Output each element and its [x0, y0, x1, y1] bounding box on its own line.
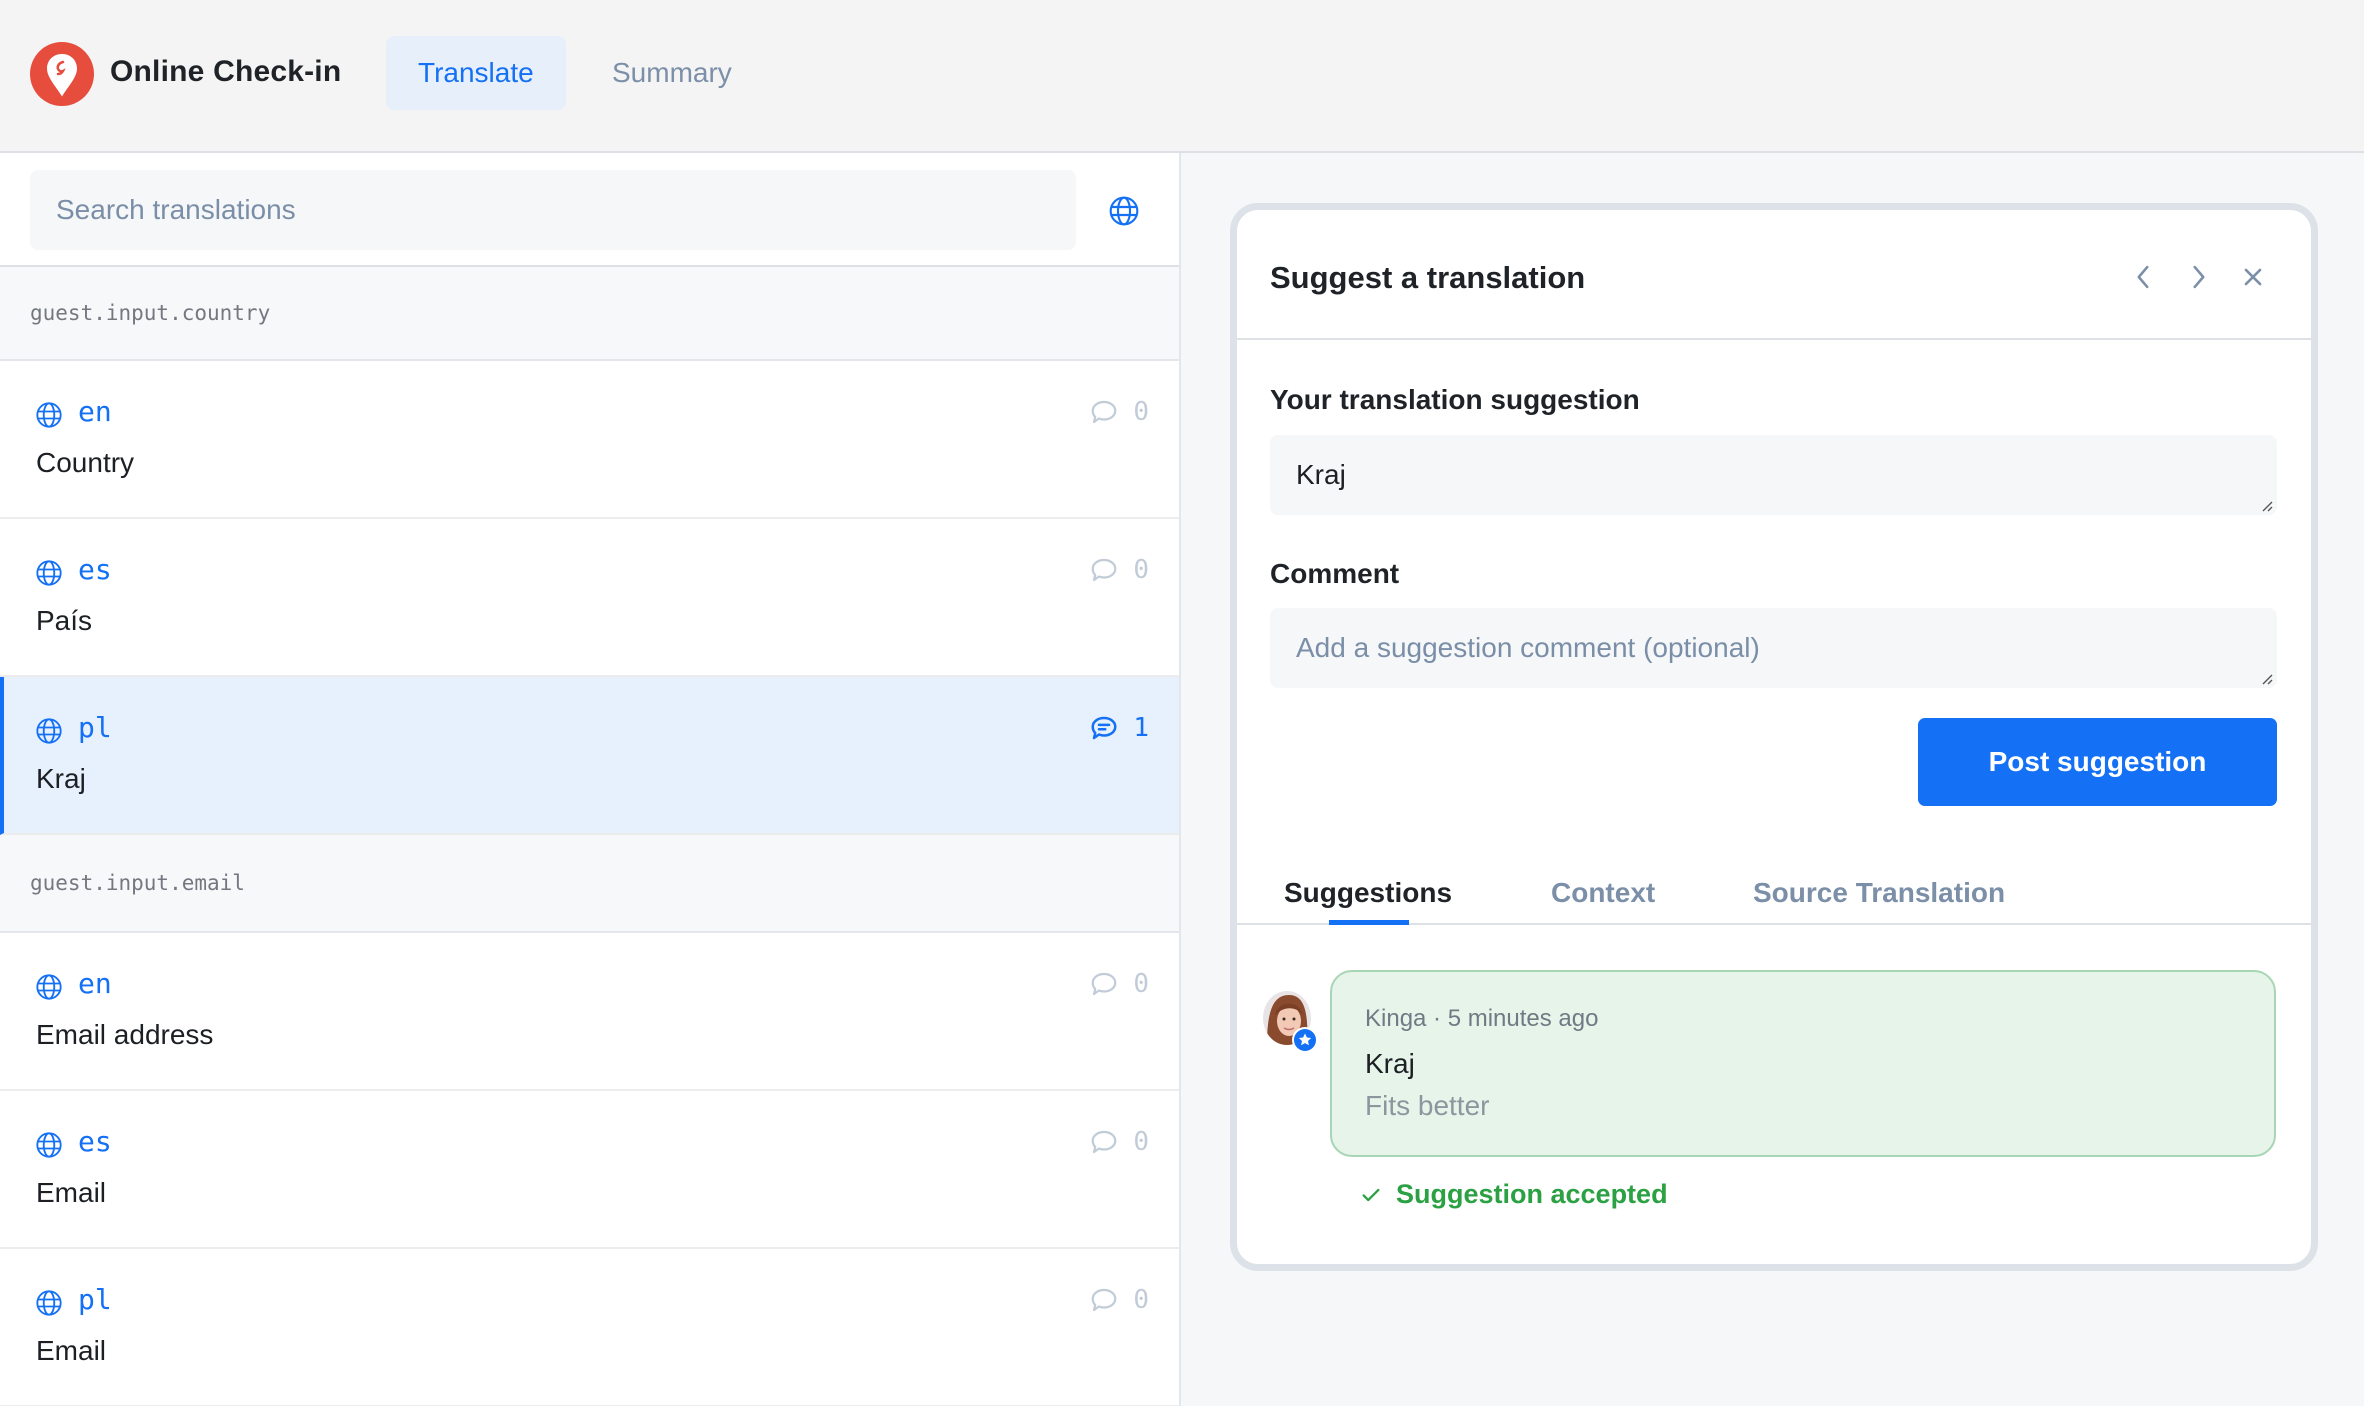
search-bar — [0, 153, 1179, 267]
search-input[interactable] — [30, 170, 1076, 250]
globe-icon — [36, 402, 62, 428]
translation-text: Email — [36, 1177, 107, 1208]
translation-key: guest.input.email — [30, 871, 245, 895]
globe-icon — [36, 560, 62, 586]
language-code: pl — [78, 711, 112, 744]
checkmark-icon — [1362, 1188, 1380, 1201]
suggestion-status: Suggestion accepted — [1360, 1179, 1668, 1210]
translation-key-header: guest.input.country — [0, 267, 1179, 361]
translation-key: guest.input.country — [30, 301, 271, 325]
comment-count: 0 — [1089, 555, 1149, 585]
translation-row[interactable]: en Country 0 — [0, 361, 1179, 519]
language-code: es — [78, 1125, 112, 1158]
translation-text: Email address — [36, 1019, 214, 1050]
comment-field[interactable] — [1270, 608, 2277, 688]
tab-context[interactable]: Context — [1551, 877, 1655, 909]
tab-suggestions[interactable]: Suggestions — [1284, 877, 1452, 909]
translation-row-selected[interactable]: pl Kraj 1 — [0, 677, 1179, 835]
suggestion-meta: Kinga · 5 minutes ago — [1365, 1005, 1599, 1032]
tab-translate[interactable]: Translate — [386, 36, 566, 110]
suggestion-card: Kinga · 5 minutes ago Kraj Fits better — [1330, 970, 2276, 1157]
chevron-left-icon[interactable] — [2126, 260, 2160, 294]
suggestion-status-text: Suggestion accepted — [1396, 1179, 1668, 1209]
translation-list: guest.input.country en Country 0 es País… — [0, 267, 1179, 1406]
close-icon[interactable] — [2236, 260, 2270, 294]
suggestion-label: Your translation suggestion — [1270, 384, 1640, 415]
globe-icon — [36, 718, 62, 744]
tab-source-translation[interactable]: Source Translation — [1753, 877, 2005, 909]
comment-bubble-icon — [1091, 1288, 1117, 1312]
panel-header: Suggest a translation — [1237, 210, 2311, 340]
suggestion-text: Kraj — [1365, 1048, 1415, 1079]
map-pin-logo-icon — [30, 42, 94, 106]
comment-count: 0 — [1089, 1285, 1149, 1315]
language-code: pl — [78, 1283, 112, 1316]
star-badge-icon — [1292, 1027, 1318, 1053]
translation-key-header: guest.input.email — [0, 835, 1179, 933]
comment-count: 0 — [1089, 1127, 1149, 1157]
language-code: en — [78, 967, 112, 1000]
panel-title: Suggest a translation — [1270, 260, 1586, 295]
suggestion-field[interactable] — [1270, 435, 2277, 515]
translation-row[interactable]: en Email address 0 — [0, 933, 1179, 1091]
post-suggestion-button[interactable]: Post suggestion — [1918, 718, 2277, 806]
comment-label: Comment — [1270, 558, 1400, 589]
translation-row[interactable]: es Email 0 — [0, 1091, 1179, 1249]
panel-tabs: Suggestions Context Source Translation — [1237, 865, 2311, 925]
active-tab-indicator — [1329, 920, 1409, 925]
chevron-right-icon[interactable] — [2182, 260, 2216, 294]
translation-text: Country — [36, 447, 135, 478]
translation-text: Kraj — [36, 763, 86, 794]
suggest-translation-panel: Suggest a translation Your translation s… — [1230, 203, 2318, 1271]
translation-text: País — [36, 605, 93, 636]
globe-icon — [36, 1132, 62, 1158]
translations-list-panel: guest.input.country en Country 0 es País… — [0, 153, 1181, 1406]
comment-bubble-icon — [1091, 972, 1117, 996]
comment-bubble-icon — [1091, 400, 1117, 424]
translation-text: Email — [36, 1335, 107, 1366]
comment-count: 0 — [1089, 397, 1149, 427]
language-code: es — [78, 553, 112, 586]
language-code: en — [78, 395, 112, 428]
globe-icon[interactable] — [1108, 195, 1140, 227]
globe-icon — [36, 974, 62, 1000]
top-header: Online Check-in Translate Summary — [0, 0, 2364, 153]
comment-count: 0 — [1089, 969, 1149, 999]
comment-bubble-icon — [1091, 1130, 1117, 1154]
comment-count: 1 — [1089, 713, 1149, 743]
suggestion-comment: Fits better — [1365, 1090, 1490, 1121]
globe-icon — [36, 1290, 62, 1316]
translation-row[interactable]: es País 0 — [0, 519, 1179, 677]
translation-row[interactable]: pl Email 0 — [0, 1249, 1179, 1406]
comment-text-icon — [1091, 716, 1117, 740]
app-title: Online Check-in — [110, 55, 342, 88]
comment-bubble-icon — [1091, 558, 1117, 582]
tab-summary[interactable]: Summary — [580, 36, 764, 110]
